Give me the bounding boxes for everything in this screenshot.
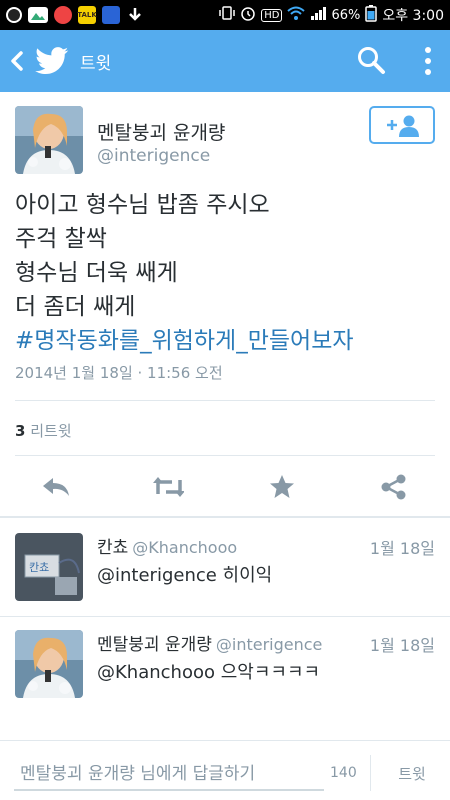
messenger-icon <box>54 6 72 24</box>
battery-icon <box>365 4 378 26</box>
reply-timestamp: 1월 18일 <box>369 636 435 655</box>
retweet-button[interactable] <box>152 471 184 503</box>
status-bar: TALK HD 66% 오후 3:00 <box>0 0 450 30</box>
reply-timestamp: 1월 18일 <box>369 539 435 558</box>
hd-voice-icon: HD <box>261 8 283 22</box>
more-vert-icon <box>425 47 431 53</box>
page-title: 트윗 <box>80 53 112 74</box>
tweet-timestamp: 2014년 1월 18일 · 11:56 오전 <box>15 364 223 382</box>
retweet-count-number: 3 <box>15 422 26 440</box>
retweet-count[interactable]: 3 리트윗 <box>15 420 72 441</box>
author-avatar[interactable] <box>15 106 83 174</box>
hashtag-link[interactable]: #명작동화를_위험하게_만들어보자 <box>15 328 354 354</box>
reply-tweet[interactable]: 칸쵸 칸쵸 @Khanchooo 1월 18일 @interigence 히이익 <box>15 533 435 613</box>
share-button[interactable] <box>378 471 410 503</box>
reply-text: @Khanchooo 으악ㅋㅋㅋㅋ <box>97 662 321 683</box>
reply-author: 멘탈붕괴 윤개량 @interigence <box>97 630 322 655</box>
character-count: 140 <box>330 765 357 781</box>
reply-author-handle[interactable]: @interigence <box>216 635 323 654</box>
overflow-menu-button[interactable] <box>412 44 444 78</box>
reply-avatar[interactable] <box>15 630 83 698</box>
reply-author-name[interactable]: 멘탈붕괴 윤개량 <box>97 635 212 655</box>
wifi-icon <box>287 5 306 25</box>
author-name[interactable]: 멘탈붕괴 윤개량 <box>97 118 225 145</box>
reply-avatar[interactable]: 칸쵸 <box>15 533 83 601</box>
talk-icon: TALK <box>77 6 97 24</box>
gallery-icon <box>28 7 48 23</box>
follow-button[interactable] <box>369 106 435 144</box>
reply-button[interactable] <box>40 471 72 503</box>
retweet-icon <box>153 477 184 497</box>
chevron-left-icon <box>11 51 23 71</box>
battery-percent: 66% <box>331 7 361 23</box>
alarm-icon <box>240 5 256 25</box>
back-button[interactable] <box>2 30 32 92</box>
favorite-button[interactable] <box>266 471 298 503</box>
search-button[interactable] <box>356 45 388 77</box>
author-handle[interactable]: @interigence <box>97 146 210 166</box>
tweet-body: 아이고 형수님 밥좀 주시오 주걱 찰싹 형수님 더욱 쌔게 더 좀더 쌔게 #… <box>15 188 435 358</box>
favorite-icon <box>270 475 294 498</box>
reply-author-handle[interactable]: @Khanchooo <box>132 538 237 557</box>
app-bar: 트윗 <box>0 30 450 92</box>
divider <box>0 616 450 617</box>
download-icon <box>126 6 144 24</box>
tweet-button[interactable]: 트윗 <box>384 761 440 787</box>
signal-icon <box>310 5 327 25</box>
reply-author: 칸쵸 @Khanchooo <box>97 533 237 558</box>
tweet-line: 형수님 더욱 쌔게 <box>15 260 178 286</box>
tweet-actions <box>0 467 450 507</box>
tweet-line: 아이고 형수님 밥좀 주시오 <box>15 192 270 218</box>
divider <box>15 400 435 401</box>
clock: 오후 3:00 <box>382 8 444 24</box>
tweet-author: 멘탈붕괴 윤개량 @interigence <box>15 106 435 176</box>
search-icon <box>358 47 385 74</box>
tweet-line: 더 좀더 쌔게 <box>15 294 136 320</box>
reply-text: @interigence 히이익 <box>97 565 273 586</box>
tweet-line: 주걱 찰싹 <box>15 226 107 252</box>
twitter-bird-icon <box>32 41 72 81</box>
add-user-icon <box>387 115 419 137</box>
reply-compose-bar: 140 트윗 <box>0 740 450 800</box>
section-divider <box>0 516 450 518</box>
divider <box>370 755 371 791</box>
reply-tweet[interactable]: 멘탈붕괴 윤개량 @interigence 1월 18일 @Khanchooo 으… <box>15 630 435 710</box>
notification-g-icon <box>6 7 22 23</box>
game-icon <box>102 6 120 24</box>
reply-author-name[interactable]: 칸쵸 <box>97 538 128 558</box>
share-icon <box>381 474 406 500</box>
reply-icon <box>43 478 69 496</box>
divider <box>15 455 435 456</box>
vibrate-icon <box>219 5 235 25</box>
reply-input[interactable] <box>14 759 324 791</box>
retweet-count-label: 리트윗 <box>30 422 72 440</box>
svg-text:칸쵸: 칸쵸 <box>29 561 49 574</box>
